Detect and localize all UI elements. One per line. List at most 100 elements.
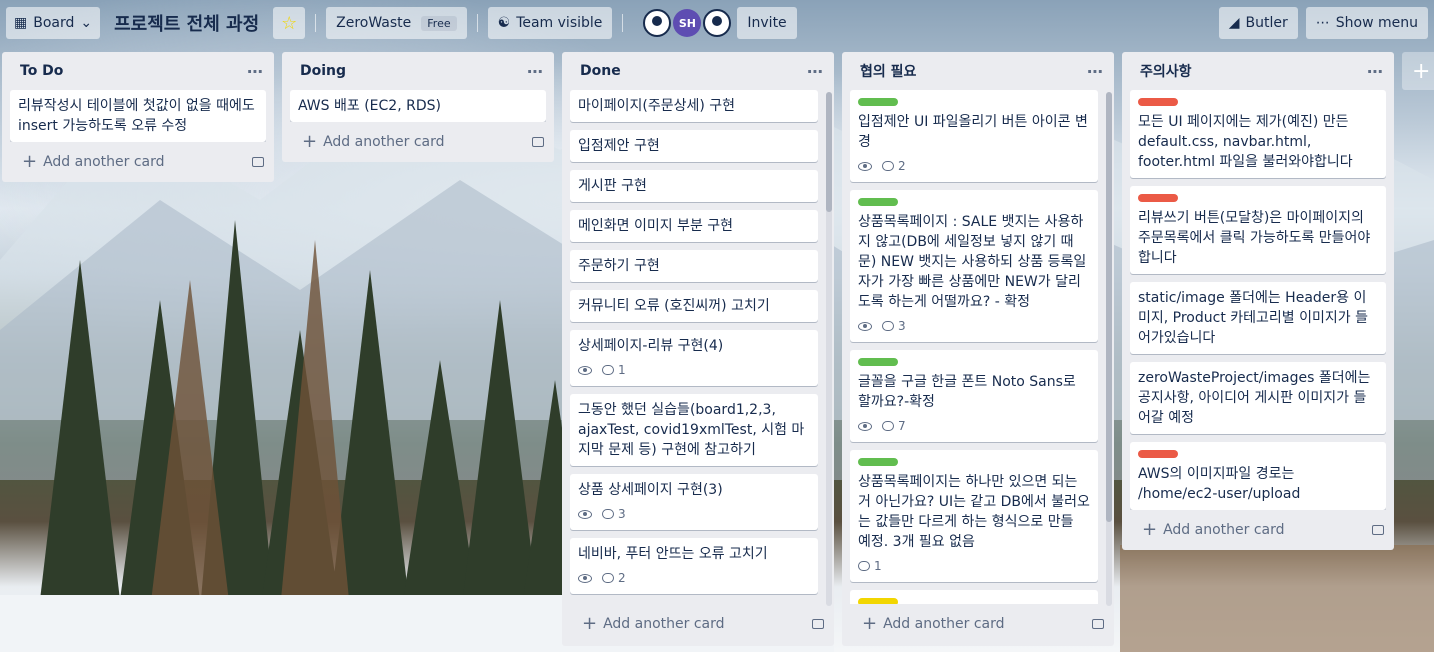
butler-button[interactable]: ◢ Butler	[1218, 7, 1298, 39]
card[interactable]: 커뮤니티 오류 (호진씨꺼) 고치기	[570, 290, 818, 322]
card-title: 메인화면 이미지 부분 구현	[578, 218, 734, 234]
card[interactable]: 상품목록페이지 : SALE 뱃지는 사용하지 않고(DB에 세일정보 넣지 않…	[850, 190, 1098, 342]
card-badges: 1	[858, 556, 1090, 576]
list-header[interactable]: Doing ⋯	[282, 52, 554, 90]
card[interactable]: AWS의 이미지파일 경로는 /home/ec2-user/upload	[1130, 442, 1386, 510]
card[interactable]: static/image 폴더에는 Header용 이미지, Product 카…	[1130, 282, 1386, 354]
add-card-label: Add another card	[883, 616, 1005, 632]
card-label-red[interactable]	[1138, 194, 1178, 202]
card-template-icon[interactable]	[1092, 619, 1104, 629]
card-title: 입점제안 UI 파일올리기 버튼 아이콘 변경	[858, 114, 1088, 150]
list-title[interactable]: 협의 필요	[860, 61, 916, 81]
card[interactable]: 마이페이지(주문상세) 구현	[570, 90, 818, 122]
plus-icon: +	[1142, 519, 1158, 540]
card[interactable]: 모든 UI 페이지에는 제가(예진) 만든 default.css, navba…	[1130, 90, 1386, 178]
card-template-icon[interactable]	[812, 619, 824, 629]
list-title[interactable]: To Do	[20, 63, 63, 79]
card[interactable]: 네비바, 푸터 안뜨는 오류 고치기 2	[570, 538, 818, 594]
card-label-green[interactable]	[858, 98, 898, 106]
plan-badge: Free	[421, 15, 457, 31]
comment-icon	[602, 509, 614, 519]
card-badges: 2	[578, 568, 810, 588]
card[interactable]: 메인화면 이미지 부분 구현	[570, 210, 818, 242]
comment-count: 2	[898, 159, 906, 173]
comment-icon	[858, 561, 870, 571]
card-title: 네비바, 푸터 안뜨는 오류 고치기	[578, 546, 768, 562]
comment-count: 7	[898, 419, 906, 433]
card[interactable]: 입점제안 구현	[570, 130, 818, 162]
card-template-icon[interactable]	[252, 157, 264, 167]
workspace-button[interactable]: ZeroWaste Free	[326, 7, 467, 39]
list-title[interactable]: Done	[580, 63, 621, 79]
card-list: 마이페이지(주문상세) 구현 입점제안 구현 게시판 구현 메인화면 이미지 부…	[562, 90, 834, 604]
list-menu-icon[interactable]: ⋯	[1367, 62, 1384, 81]
list-header[interactable]: To Do ⋯	[2, 52, 274, 90]
add-card-button[interactable]: + Add another card	[2, 142, 274, 182]
list-menu-icon[interactable]: ⋯	[807, 62, 824, 81]
card[interactable]	[850, 590, 1098, 604]
card-label-red[interactable]	[1138, 98, 1178, 106]
board-switcher-button[interactable]: ▦ Board ⌄	[6, 7, 101, 39]
card[interactable]: 게시판 구현	[570, 170, 818, 202]
card-template-icon[interactable]	[1372, 525, 1384, 535]
card[interactable]: 글꼴을 구글 한글 폰트 Noto Sans로 할까요?-확정 7	[850, 350, 1098, 442]
list-header[interactable]: Done ⋯	[562, 52, 834, 90]
invite-button[interactable]: Invite	[737, 7, 797, 39]
avatar[interactable]: SH	[673, 9, 702, 37]
add-list-button[interactable]: +	[1402, 52, 1434, 90]
comment-icon	[882, 421, 894, 431]
list-title[interactable]: 주의사항	[1140, 61, 1192, 81]
card[interactable]: 주문하기 구현	[570, 250, 818, 282]
visibility-button[interactable]: ☯ Team visible	[487, 7, 613, 39]
card[interactable]: 그동안 했던 실습들(board1,2,3, ajaxTest, covid19…	[570, 394, 818, 466]
comment-icon	[602, 365, 614, 375]
chevron-down-icon: ⌄	[80, 15, 93, 31]
scrollbar-thumb[interactable]	[1106, 92, 1112, 522]
watch-icon	[578, 573, 592, 583]
butler-icon: ◢	[1228, 15, 1240, 31]
card[interactable]: 상품목록페이지는 하나만 있으면 되는거 아닌가요? UI는 같고 DB에서 불…	[850, 450, 1098, 582]
list-menu-icon[interactable]: ⋯	[527, 62, 544, 81]
star-icon[interactable]: ☆	[273, 7, 306, 39]
butler-label: Butler	[1245, 15, 1288, 31]
add-card-button[interactable]: + Add another card	[842, 604, 1114, 644]
comment-icon	[882, 161, 894, 171]
card-badges: 1	[578, 360, 810, 380]
card-label-red[interactable]	[1138, 450, 1178, 458]
avatar[interactable]	[703, 9, 732, 37]
divider	[315, 14, 317, 32]
list-title[interactable]: Doing	[300, 63, 346, 79]
list-menu-icon[interactable]: ⋯	[247, 62, 264, 81]
card[interactable]: 리뷰쓰기 버튼(모달창)은 마이페이지의 주문목록에서 클릭 가능하도록 만들어…	[1130, 186, 1386, 274]
card[interactable]: 입점제안 UI 파일올리기 버튼 아이콘 변경 2	[850, 90, 1098, 182]
list-scrollbar[interactable]	[826, 92, 832, 606]
divider	[476, 14, 478, 32]
card-label-green[interactable]	[858, 358, 898, 366]
divider	[622, 14, 624, 32]
show-menu-button[interactable]: ⋯ Show menu	[1305, 7, 1428, 39]
add-card-label: Add another card	[43, 154, 165, 170]
add-card-button[interactable]: + Add another card	[1122, 510, 1394, 550]
list-menu-icon[interactable]: ⋯	[1087, 62, 1104, 81]
card-title: 상세페이지-리뷰 구현(4)	[578, 338, 724, 354]
list-header[interactable]: 주의사항 ⋯	[1122, 52, 1394, 90]
avatar[interactable]	[643, 9, 672, 37]
card-label-green[interactable]	[858, 198, 898, 206]
card[interactable]: zeroWasteProject/images 폴더에는 공지사항, 아이디어 …	[1130, 362, 1386, 434]
card-template-icon[interactable]	[532, 137, 544, 147]
card[interactable]: 리뷰작성시 테이블에 첫값이 없을 때에도 insert 가능하도록 오류 수정	[10, 90, 266, 142]
board-title[interactable]: 프로젝트 전체 과정	[106, 10, 267, 36]
card-title: 그동안 했던 실습들(board1,2,3, ajaxTest, covid19…	[578, 402, 805, 458]
watch-icon	[858, 421, 872, 431]
card-title: zeroWasteProject/images 폴더에는 공지사항, 아이디어 …	[1138, 370, 1371, 426]
add-card-label: Add another card	[323, 134, 445, 150]
card[interactable]: 상세페이지-리뷰 구현(4) 1	[570, 330, 818, 386]
add-card-button[interactable]: + Add another card	[562, 604, 834, 644]
scrollbar-thumb[interactable]	[826, 92, 832, 212]
add-card-button[interactable]: + Add another card	[282, 122, 554, 162]
list-header[interactable]: 협의 필요 ⋯	[842, 52, 1114, 90]
list-scrollbar[interactable]	[1106, 92, 1112, 606]
card-label-green[interactable]	[858, 458, 898, 466]
card[interactable]: 상품 상세페이지 구현(3) 3	[570, 474, 818, 530]
card[interactable]: AWS 배포 (EC2, RDS)	[290, 90, 546, 122]
